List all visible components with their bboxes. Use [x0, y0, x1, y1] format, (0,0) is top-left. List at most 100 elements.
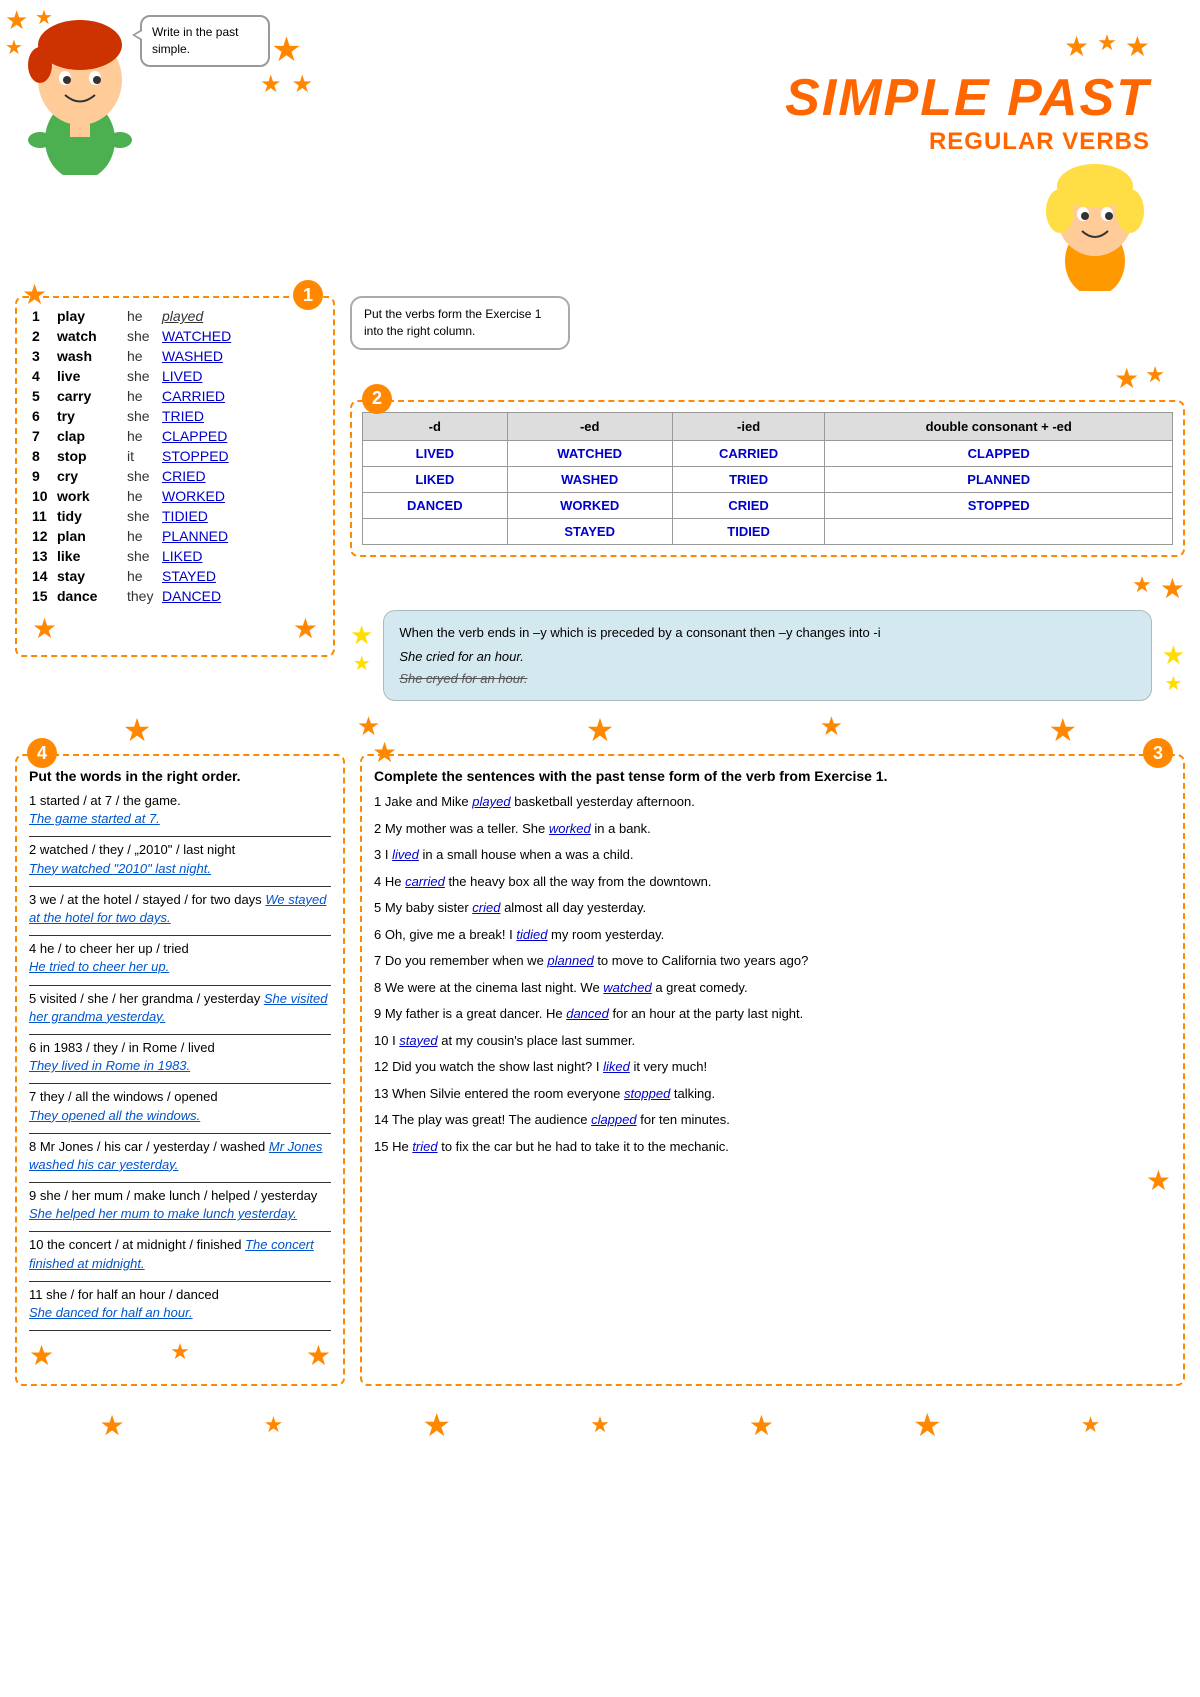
answer-clapped: CLAPPED: [162, 428, 227, 444]
divider7: [29, 1133, 331, 1134]
ex3-ans-2: worked: [549, 821, 591, 836]
ex3-item-12: 12 Did you watch the show last night? I …: [374, 1057, 1171, 1077]
ex4-item-2: 2 watched / they / „2010" / last night T…: [29, 841, 331, 877]
table-header-row: -d -ed -ied double consonant + -ed: [363, 412, 1173, 440]
list-item: 1 play he played: [32, 308, 318, 324]
table-cell: WASHED: [507, 466, 672, 492]
table-cell: WORKED: [507, 492, 672, 518]
star-row2: ★: [1145, 362, 1165, 395]
exercise3-number: 3: [1143, 738, 1173, 768]
ex4-item-7: 7 they / all the windows / opened They o…: [29, 1088, 331, 1124]
star-grammar-right1: ★: [1162, 640, 1185, 671]
star-ex4-bm: ★: [170, 1339, 190, 1372]
page-header: ★ ★ ★ Write in the past: [0, 0, 1200, 291]
ex3-item-6: 6 Oh, give me a break! I tidied my room …: [374, 925, 1171, 945]
list-item: 13 like she LIKED: [32, 548, 318, 564]
star-ex3-br: ★: [1146, 1164, 1171, 1197]
list-item: 8 stop it STOPPED: [32, 448, 318, 464]
list-item: 11 tidy she TIDIED: [32, 508, 318, 524]
ex4-answer-6: They lived in Rome in 1983.: [29, 1058, 190, 1073]
star-footer-1: ★: [100, 1409, 125, 1442]
star-row1: ★: [1114, 362, 1139, 395]
list-item: 4 live she LIVED: [32, 368, 318, 384]
col-header-ed: -ed: [507, 412, 672, 440]
ex3-item-15: 15 He tried to fix the car but he had to…: [374, 1137, 1171, 1157]
table-row: LIVED WATCHED CARRIED CLAPPED: [363, 440, 1173, 466]
exercise2-number: 2: [362, 384, 392, 414]
divider9: [29, 1231, 331, 1232]
ex3-item-5: 5 My baby sister cried almost all day ye…: [374, 898, 1171, 918]
star-footer-5: ★: [749, 1409, 774, 1442]
star-ex1-bl: ★: [32, 612, 57, 645]
ex3-ans-9: danced: [566, 1006, 609, 1021]
ex3-item-1: 1 Jake and Mike played basketball yester…: [374, 792, 1171, 812]
ex3-ans-3: lived: [392, 847, 419, 862]
answer-tried: TRIED: [162, 408, 204, 424]
list-item: 10 work he WORKED: [32, 488, 318, 504]
ex4-answer-1: The game started at 7.: [29, 811, 160, 826]
star-grammar-right2: ★: [1164, 671, 1182, 696]
star-ex4-bl: ★: [29, 1339, 54, 1372]
table-cell: LIKED: [363, 466, 508, 492]
ex3-ans-15: tried: [412, 1139, 437, 1154]
main-content: 1 ★ 1 play he played 2 watch she WATCHED: [0, 291, 1200, 706]
ex3-ans-5: cried: [472, 900, 500, 915]
list-item: 7 clap he CLAPPED: [32, 428, 318, 444]
ex4-item-8: 8 Mr Jones / his car / yesterday / washe…: [29, 1138, 331, 1174]
title-area: ★ ★ ★ SIMPLE PAST REGULAR VERBS: [313, 10, 1180, 291]
ex3-item-8: 8 We were at the cinema last night. We w…: [374, 978, 1171, 998]
list-item: 14 stay he STAYED: [32, 568, 318, 584]
answer-carried: CARRIED: [162, 388, 225, 404]
star-footer-3: ★: [422, 1406, 451, 1444]
exercise3-box: 3 ★ Complete the sentences with the past…: [360, 754, 1185, 1386]
list-item: 3 wash he WASHED: [32, 348, 318, 364]
ex3-item-4: 4 He carried the heavy box all the way f…: [374, 872, 1171, 892]
exercise4-number: 4: [27, 738, 57, 768]
verb-table: -d -ed -ied double consonant + -ed LIVED…: [362, 412, 1173, 545]
grammar-note-box: When the verb ends in –y which is preced…: [383, 610, 1151, 702]
star-bottom-1: ★: [123, 711, 152, 749]
left-column: 1 ★ 1 play he played 2 watch she WATCHED: [15, 296, 335, 701]
star-footer-6: ★: [913, 1406, 942, 1444]
star-header-middle: ★: [271, 30, 301, 70]
list-item: 12 plan he PLANNED: [32, 528, 318, 544]
ex3-ans-13: stopped: [624, 1086, 670, 1101]
ex4-answer-2: They watched "2010" last night.: [29, 861, 211, 876]
ex3-item-3: 3 I lived in a small house when a was a …: [374, 845, 1171, 865]
answer-tidied: TIDIED: [162, 508, 208, 524]
answer-played: played: [162, 308, 203, 324]
star-grammar-1: ★: [350, 620, 373, 651]
col-header-ied: -ied: [672, 412, 825, 440]
exercise4-title: Put the words in the right order.: [29, 768, 331, 784]
ex3-item-13: 13 When Silvie entered the room everyone…: [374, 1084, 1171, 1104]
star-title-right-1: ★: [1064, 30, 1089, 63]
ex3-ans-7: planned: [547, 953, 593, 968]
ex3-item-2: 2 My mother was a teller. She worked in …: [374, 819, 1171, 839]
character-left: Write in the past simple.: [10, 10, 170, 175]
star-mid-r2: ★: [1160, 572, 1185, 605]
ex4-answer-11: She danced for half an hour.: [29, 1305, 193, 1320]
answer-worked: WORKED: [162, 488, 225, 504]
star-bottom-4: ★: [820, 711, 843, 749]
table-cell: PLANNED: [825, 466, 1173, 492]
table-row: DANCED WORKED CRIED STOPPED: [363, 492, 1173, 518]
speech-bubble: Write in the past simple.: [140, 15, 270, 67]
ex3-ans-10: stayed: [399, 1033, 437, 1048]
star-footer-4: ★: [590, 1412, 610, 1438]
ex3-ans-8: watched: [603, 980, 651, 995]
answer-danced: DANCED: [162, 588, 221, 604]
ex3-ans-12: liked: [603, 1059, 630, 1074]
divider6: [29, 1083, 331, 1084]
table-cell: [363, 518, 508, 544]
answer-planned: PLANNED: [162, 528, 228, 544]
ex3-item-14: 14 The play was great! The audience clap…: [374, 1110, 1171, 1130]
table-cell: TRIED: [672, 466, 825, 492]
divider4: [29, 985, 331, 986]
answer-liked: LIKED: [162, 548, 202, 564]
star-bottom-3: ★: [586, 711, 615, 749]
answer-stopped: STOPPED: [162, 448, 229, 464]
list-item: 5 carry he CARRIED: [32, 388, 318, 404]
col-header-double: double consonant + -ed: [825, 412, 1173, 440]
answer-cried: CRIED: [162, 468, 206, 484]
ex4-answer-9: She helped her mum to make lunch yesterd…: [29, 1206, 297, 1221]
